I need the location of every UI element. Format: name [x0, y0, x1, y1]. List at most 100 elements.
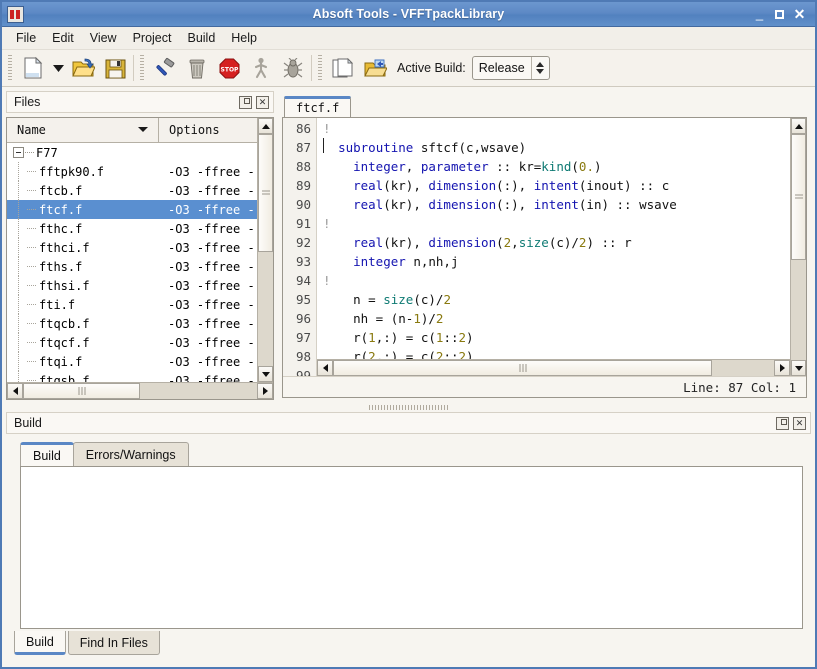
- bottom-tab-build[interactable]: Build: [14, 631, 66, 655]
- menu-file[interactable]: File: [8, 28, 44, 48]
- bottom-tab-find-in-files[interactable]: Find In Files: [67, 631, 160, 655]
- float-panel-icon[interactable]: [776, 416, 789, 430]
- float-panel-icon[interactable]: [239, 95, 252, 109]
- column-header-options[interactable]: Options: [159, 118, 257, 142]
- tree-file-name-cell: ftqcf.f: [7, 333, 159, 352]
- tree-file-row[interactable]: ftcb.f -O3 -ffree -: [7, 181, 257, 200]
- column-header-name[interactable]: Name: [7, 118, 159, 142]
- editor-scroll-up-button[interactable]: [791, 118, 806, 134]
- tab-build[interactable]: Build: [20, 442, 74, 466]
- editor-hscroll-thumb[interactable]: [333, 360, 713, 376]
- toolbar-grip-2[interactable]: [139, 55, 146, 81]
- menu-bar: File Edit View Project Build Help: [2, 27, 815, 50]
- tree-file-row[interactable]: ftqsb.f -O3 -ffree -: [7, 371, 257, 382]
- tree-indent: [7, 219, 27, 238]
- toolbar: STOP Active Build: Release: [2, 50, 815, 87]
- new-project-button[interactable]: [327, 52, 359, 84]
- new-file-dropdown-button[interactable]: [49, 52, 67, 84]
- tree-file-options: -O3 -ffree -: [168, 221, 255, 236]
- active-build-spinner[interactable]: [530, 57, 549, 79]
- editor-scroll-right-button[interactable]: [774, 360, 790, 376]
- build-output-text[interactable]: [20, 466, 803, 629]
- arrow-left-icon: [322, 364, 328, 372]
- code-line: !: [323, 121, 331, 136]
- open-project-button[interactable]: [67, 52, 99, 84]
- execute-button[interactable]: [245, 52, 277, 84]
- editor-tab-ftcf[interactable]: ftcf.f: [284, 96, 352, 117]
- tree-file-row[interactable]: ftqi.f -O3 -ffree -: [7, 352, 257, 371]
- close-panel-icon[interactable]: ✕: [256, 95, 269, 109]
- tree-file-row[interactable]: ftqcb.f -O3 -ffree -: [7, 314, 257, 333]
- stop-build-button[interactable]: STOP: [213, 52, 245, 84]
- build-panel: Build ✕ Build Errors/Warnings Build Find…: [2, 412, 815, 667]
- editor-horizontal-scrollbar[interactable]: [317, 359, 790, 376]
- save-button[interactable]: [99, 52, 131, 84]
- tree-indent: [7, 238, 27, 257]
- editor-code-area[interactable]: ! subroutine sftcf(c,wsave) integer, par…: [317, 118, 790, 376]
- open-existing-project-button[interactable]: [359, 52, 391, 84]
- menu-help[interactable]: Help: [223, 28, 265, 48]
- files-hscroll-track[interactable]: [23, 383, 257, 399]
- tree-file-name-cell: ftqsb.f: [7, 371, 159, 382]
- window-title: Absoft Tools - VFFTpackLibrary: [312, 7, 505, 21]
- tree-file-row[interactable]: fthc.f -O3 -ffree -: [7, 219, 257, 238]
- files-horizontal-scrollbar[interactable]: [7, 382, 273, 399]
- menu-project[interactable]: Project: [125, 28, 180, 48]
- menu-edit[interactable]: Edit: [44, 28, 82, 48]
- tree-elbow: [27, 333, 39, 352]
- editor-scroll-thumb[interactable]: [791, 134, 806, 260]
- files-scroll-track[interactable]: [258, 134, 273, 366]
- editor-code-lines[interactable]: ! subroutine sftcf(c,wsave) integer, par…: [317, 118, 790, 359]
- files-hscroll-thumb[interactable]: [23, 383, 140, 399]
- tree-file-row[interactable]: ftqcf.f -O3 -ffree -: [7, 333, 257, 352]
- arrow-up-icon: [261, 123, 270, 129]
- tree-file-row[interactable]: fths.f -O3 -ffree -: [7, 257, 257, 276]
- files-scroll-up-button[interactable]: [258, 118, 273, 134]
- files-panel-buttons: ✕: [239, 95, 269, 109]
- tree-file-row[interactable]: ftcf.f -O3 -ffree -: [7, 200, 257, 219]
- code-line: !: [323, 216, 331, 231]
- arrow-right-icon: [779, 364, 785, 372]
- editor-panel: ftcf.f 86 87 88 89 90 91 92 93 94 95 96 97 98 99 ! su…: [278, 87, 815, 402]
- build-panel-title: Build: [14, 416, 42, 430]
- close-panel-icon[interactable]: ✕: [793, 416, 806, 430]
- tree-file-row[interactable]: fthci.f -O3 -ffree -: [7, 238, 257, 257]
- editor-scroll-track[interactable]: [791, 134, 806, 360]
- toolbar-grip-3[interactable]: [317, 55, 324, 81]
- files-scroll-thumb[interactable]: [258, 134, 273, 252]
- minimize-button[interactable]: _: [753, 7, 766, 22]
- line-number: 98: [295, 349, 311, 364]
- menu-view[interactable]: View: [82, 28, 125, 48]
- editor-scroll-down-button[interactable]: [791, 360, 806, 376]
- close-button[interactable]: ✕: [793, 7, 806, 21]
- debug-button[interactable]: [277, 52, 309, 84]
- tree-file-row[interactable]: fthsi.f -O3 -ffree -: [7, 276, 257, 295]
- files-scroll-down-button[interactable]: [258, 366, 273, 382]
- code-line: subroutine sftcf(c,wsave): [338, 140, 527, 155]
- tab-errors-warnings[interactable]: Errors/Warnings: [72, 442, 189, 466]
- horizontal-splitter[interactable]: [2, 402, 815, 412]
- tree-file-label: ftcf.f: [39, 202, 83, 217]
- files-scroll-left-button[interactable]: [7, 383, 23, 399]
- tree-file-row[interactable]: fti.f -O3 -ffree -: [7, 295, 257, 314]
- build-panel-header: Build ✕: [6, 412, 811, 434]
- tree-file-name-cell: ftcf.f: [7, 200, 159, 219]
- menu-build[interactable]: Build: [179, 28, 223, 48]
- new-file-button[interactable]: [17, 52, 49, 84]
- app-icon: [7, 5, 24, 23]
- build-button[interactable]: [149, 52, 181, 84]
- active-build-selector[interactable]: Release: [471, 56, 550, 80]
- tree-indent: [7, 200, 27, 219]
- editor-hscroll-track[interactable]: [333, 360, 774, 376]
- tree-root-row[interactable]: F77: [7, 143, 257, 162]
- toolbar-grip[interactable]: [7, 55, 14, 81]
- tree-file-row[interactable]: fftpk90.f -O3 -ffree -: [7, 162, 257, 181]
- editor-scroll-left-button[interactable]: [317, 360, 333, 376]
- editor-vertical-scrollbar[interactable]: [790, 118, 806, 376]
- files-vertical-scrollbar[interactable]: [257, 118, 273, 382]
- files-scroll-right-button[interactable]: [257, 383, 273, 399]
- collapse-icon[interactable]: [13, 147, 24, 158]
- open-book-icon: [363, 58, 387, 79]
- maximize-button[interactable]: [775, 9, 784, 19]
- clean-button[interactable]: [181, 52, 213, 84]
